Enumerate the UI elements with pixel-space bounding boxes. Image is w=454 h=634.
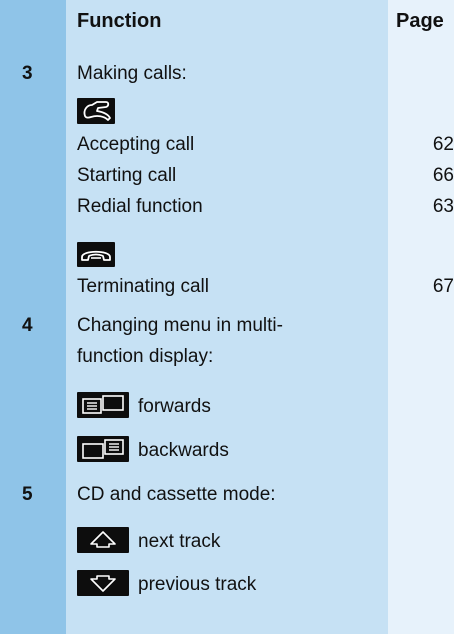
list-item-label: Accepting call <box>77 134 195 155</box>
section-title: Changing menu in multi- <box>77 315 283 336</box>
arrow-down-icon <box>77 570 129 596</box>
list-item-label: backwards <box>138 440 229 461</box>
arrow-up-icon <box>77 527 129 553</box>
list-item-label: Redial function <box>77 196 203 217</box>
page-number: 67 <box>432 276 454 297</box>
list-item-label: forwards <box>138 396 211 417</box>
page-column <box>388 0 454 634</box>
section-number: 3 <box>22 63 33 84</box>
section-number: 5 <box>22 484 33 505</box>
phone-hangup-icon <box>77 242 115 267</box>
menu-forward-icon <box>77 392 129 418</box>
page-number: 62 <box>432 134 454 155</box>
page-number: 63 <box>432 196 454 217</box>
phone-answer-icon <box>77 98 115 124</box>
number-column <box>0 0 66 634</box>
page-header: Page <box>396 10 444 32</box>
section-title: CD and cassette mode: <box>77 484 276 505</box>
function-header: Function <box>77 10 162 32</box>
list-item-label: Terminating call <box>77 276 209 297</box>
list-item-label: next track <box>138 531 221 552</box>
page-number: 66 <box>432 165 454 186</box>
section-title-continued: function display: <box>77 346 214 367</box>
list-item-label: previous track <box>138 574 257 595</box>
menu-backward-icon <box>77 436 129 462</box>
section-title: Making calls: <box>77 63 187 84</box>
section-number: 4 <box>22 315 33 336</box>
list-item-label: Starting call <box>77 165 177 186</box>
